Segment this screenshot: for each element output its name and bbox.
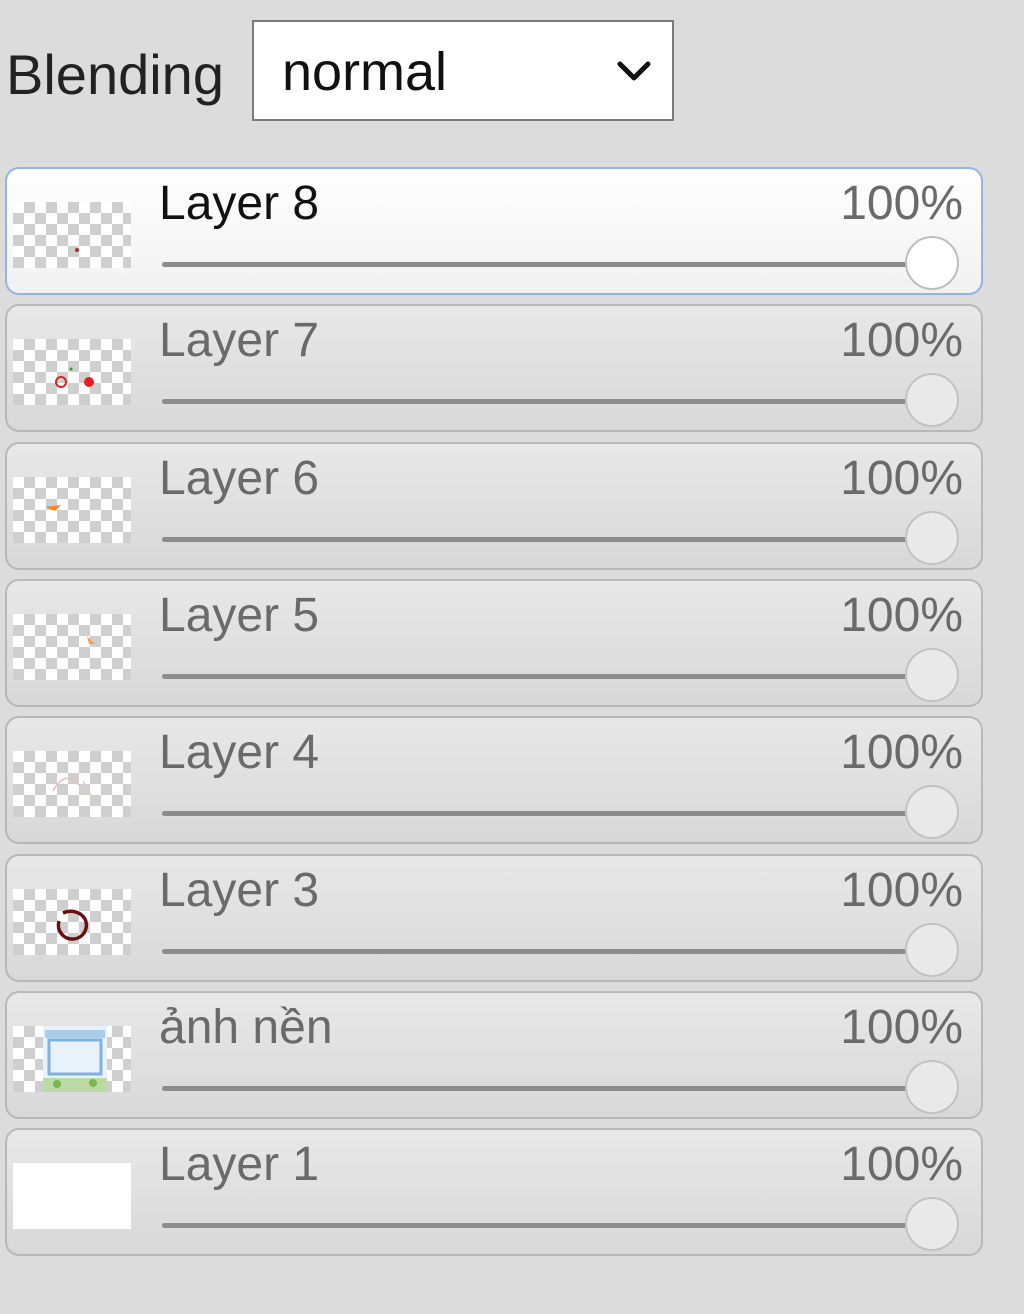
layer-row[interactable]: Layer 6 100%	[5, 442, 983, 570]
opacity-slider-fill	[162, 949, 932, 954]
layer-row[interactable]: Layer 4 100%	[5, 716, 983, 844]
layer-thumbnail	[13, 614, 131, 680]
opacity-slider-knob[interactable]	[905, 236, 959, 290]
layer-thumbnail	[13, 1163, 131, 1229]
layer-opacity-value: 100%	[840, 1138, 963, 1191]
layer-thumbnail	[13, 477, 131, 543]
layer-name: Layer 5	[159, 589, 320, 642]
opacity-slider-fill	[162, 674, 932, 679]
opacity-slider-fill	[162, 1223, 932, 1228]
layer-name: Layer 4	[159, 726, 320, 779]
layer-thumbnail	[13, 751, 131, 817]
layer-opacity-value: 100%	[840, 177, 963, 230]
layer-thumbnail	[13, 339, 131, 405]
layer-name: Layer 7	[159, 314, 320, 367]
opacity-slider[interactable]	[162, 785, 959, 839]
layer-opacity-value: 100%	[840, 452, 963, 505]
opacity-slider[interactable]	[162, 373, 959, 427]
layer-opacity-value: 100%	[840, 864, 963, 917]
layer-thumbnail	[13, 202, 131, 268]
opacity-slider-fill	[162, 811, 932, 816]
layer-opacity-value: 100%	[840, 589, 963, 642]
layer-row[interactable]: Layer 5 100%	[5, 579, 983, 707]
layer-name: Layer 6	[159, 452, 320, 505]
opacity-slider[interactable]	[162, 1060, 959, 1114]
layer-row[interactable]: Layer 1 100%	[5, 1128, 983, 1256]
opacity-slider-knob[interactable]	[905, 648, 959, 702]
opacity-slider[interactable]	[162, 1197, 959, 1251]
blending-value: normal	[282, 42, 448, 102]
opacity-slider[interactable]	[162, 648, 959, 702]
layer-name: ảnh nền	[159, 1001, 333, 1054]
layer-name: Layer 3	[159, 864, 320, 917]
layer-thumbnail	[13, 1026, 131, 1092]
layer-row[interactable]: Layer 7 100%	[5, 304, 983, 432]
opacity-slider-knob[interactable]	[905, 373, 959, 427]
opacity-slider-fill	[162, 1086, 932, 1091]
layer-opacity-value: 100%	[840, 726, 963, 779]
layer-name: Layer 8	[159, 177, 320, 230]
layer-row[interactable]: Layer 8 100%	[5, 167, 983, 295]
layer-row[interactable]: ảnh nền 100%	[5, 991, 983, 1119]
opacity-slider-fill	[162, 262, 932, 267]
opacity-slider-knob[interactable]	[905, 1197, 959, 1251]
blending-row: Blending normal	[0, 0, 1024, 150]
layer-name: Layer 1	[159, 1138, 320, 1191]
opacity-slider-fill	[162, 537, 932, 542]
layer-opacity-value: 100%	[840, 314, 963, 367]
layer-thumbnail	[13, 889, 131, 955]
opacity-slider-knob[interactable]	[905, 923, 959, 977]
layer-opacity-value: 100%	[840, 1001, 963, 1054]
opacity-slider-fill	[162, 399, 932, 404]
opacity-slider-knob[interactable]	[905, 511, 959, 565]
chevron-down-icon	[617, 61, 651, 81]
blending-select[interactable]: normal	[252, 20, 674, 121]
blending-label: Blending	[6, 43, 224, 106]
layer-row[interactable]: Layer 3 100%	[5, 854, 983, 982]
opacity-slider[interactable]	[162, 923, 959, 977]
opacity-slider-knob[interactable]	[905, 785, 959, 839]
opacity-slider[interactable]	[162, 236, 959, 290]
opacity-slider-knob[interactable]	[905, 1060, 959, 1114]
opacity-slider[interactable]	[162, 511, 959, 565]
